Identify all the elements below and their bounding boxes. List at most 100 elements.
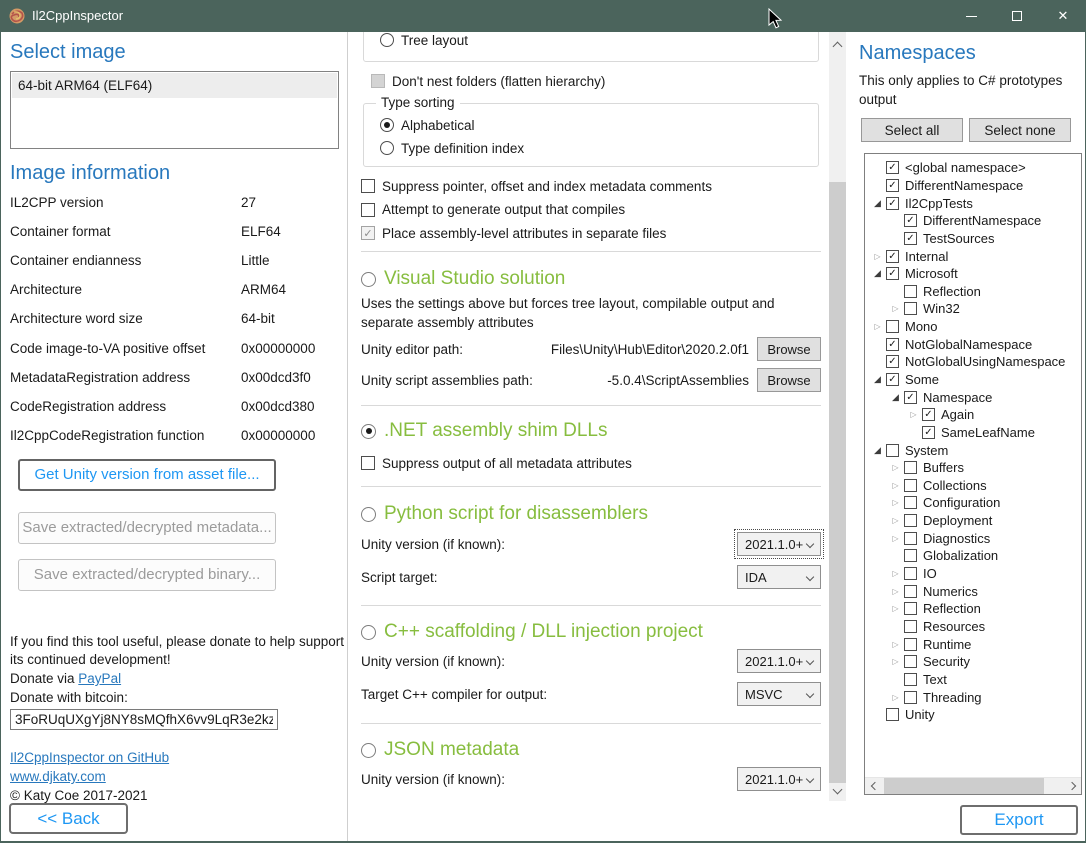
tree-checkbox[interactable] (904, 673, 917, 686)
expander-closed-icon[interactable]: ▷ (887, 657, 904, 666)
tree-item[interactable]: ✓<global namespace> (869, 159, 1081, 177)
tree-item[interactable]: ▷Deployment (887, 512, 1081, 530)
tree-checkbox[interactable]: ✓ (886, 197, 899, 210)
tree-checkbox[interactable]: ✓ (922, 408, 935, 421)
tree-checkbox[interactable] (904, 302, 917, 315)
expander-closed-icon[interactable]: ▷ (887, 481, 904, 490)
tree-item[interactable]: Globalization (887, 547, 1081, 565)
tree-checkbox[interactable]: ✓ (904, 214, 917, 227)
expander-closed-icon[interactable]: ▷ (887, 587, 904, 596)
tree-item[interactable]: ▷Configuration (887, 494, 1081, 512)
script-assemblies-path-value[interactable]: -5.0.4\ScriptAssemblies (533, 373, 757, 388)
dropdown[interactable]: 2021.1.0+ (737, 649, 821, 673)
tree-checkbox[interactable]: ✓ (886, 267, 899, 280)
tree-item[interactable]: ✓SameLeafName (905, 424, 1081, 442)
tree-checkbox[interactable]: ✓ (886, 373, 899, 386)
dropdown[interactable]: MSVC (737, 682, 821, 706)
scroll-left-arrow-icon[interactable] (865, 778, 882, 794)
tree-item[interactable]: ▷Buffers (887, 459, 1081, 477)
tree-checkbox[interactable]: ✓ (922, 426, 935, 439)
radio-button[interactable] (380, 33, 394, 47)
tree-checkbox[interactable] (904, 549, 917, 562)
close-button[interactable]: ✕ (1040, 0, 1086, 32)
checkbox[interactable] (361, 179, 375, 193)
tree-item[interactable]: ▷✓Again (905, 406, 1081, 424)
section-radio-button[interactable] (361, 507, 376, 522)
tree-item[interactable]: ✓DifferentNamespace (869, 177, 1081, 195)
tree-checkbox[interactable] (904, 567, 917, 580)
expander-closed-icon[interactable]: ▷ (887, 640, 904, 649)
tree-checkbox[interactable]: ✓ (886, 179, 899, 192)
tree-checkbox[interactable] (904, 638, 917, 651)
tree-item[interactable]: ◢✓Some (869, 371, 1081, 389)
expander-closed-icon[interactable]: ▷ (887, 304, 904, 313)
expander-closed-icon[interactable]: ▷ (905, 410, 922, 419)
tree-checkbox[interactable]: ✓ (886, 250, 899, 263)
expander-open-icon[interactable]: ◢ (869, 198, 886, 209)
dropdown[interactable]: 2021.1.0+ (737, 767, 821, 791)
tree-checkbox[interactable] (904, 461, 917, 474)
tree-checkbox[interactable] (904, 285, 917, 298)
tree-item[interactable]: ◢✓Namespace (887, 388, 1081, 406)
radio-button[interactable] (380, 118, 394, 132)
maximize-button[interactable] (994, 0, 1040, 32)
dropdown[interactable]: 2021.1.0+ (737, 532, 821, 556)
tree-item[interactable]: ▷Security (887, 653, 1081, 671)
tree-checkbox[interactable]: ✓ (904, 391, 917, 404)
tree-scrollbar-thumb[interactable] (884, 778, 1044, 794)
minimize-button[interactable] (948, 0, 994, 32)
radio-button[interactable] (380, 141, 394, 155)
unity-editor-path-value[interactable]: Files\Unity\Hub\Editor\2020.2.0f1 (463, 342, 757, 357)
back-button[interactable]: << Back (9, 803, 128, 834)
tree-checkbox[interactable] (904, 620, 917, 633)
tree-checkbox[interactable] (904, 532, 917, 545)
browse-editor-path-button[interactable]: Browse (757, 337, 821, 361)
export-button[interactable]: Export (960, 805, 1078, 835)
scrollbar-thumb[interactable] (829, 182, 846, 783)
tree-item[interactable]: ▷✓Internal (869, 247, 1081, 265)
tree-item[interactable]: ◢✓Microsoft (869, 265, 1081, 283)
tree-item[interactable]: Text (887, 671, 1081, 689)
section-radio-button[interactable] (361, 424, 376, 439)
tree-checkbox[interactable] (886, 320, 899, 333)
checkbox[interactable] (361, 456, 375, 470)
tree-item[interactable]: ▷Diagnostics (887, 529, 1081, 547)
tree-checkbox[interactable] (904, 602, 917, 615)
checkbox[interactable] (361, 203, 375, 217)
tree-checkbox[interactable]: ✓ (886, 338, 899, 351)
tree-checkbox[interactable] (886, 444, 899, 457)
paypal-link[interactable]: PayPal (78, 671, 121, 686)
tree-checkbox[interactable] (904, 479, 917, 492)
expander-closed-icon[interactable]: ▷ (887, 463, 904, 472)
tree-checkbox[interactable] (904, 655, 917, 668)
tree-item[interactable]: ✓NotGlobalNamespace (869, 335, 1081, 353)
tree-checkbox[interactable] (904, 585, 917, 598)
dropdown[interactable]: IDA (737, 565, 821, 589)
expander-open-icon[interactable]: ◢ (869, 374, 886, 385)
get-unity-version-button[interactable]: Get Unity version from asset file... (18, 459, 276, 491)
tree-item[interactable]: ▷Runtime (887, 635, 1081, 653)
expander-closed-icon[interactable]: ▷ (887, 604, 904, 613)
section-radio-button[interactable] (361, 743, 376, 758)
tree-item[interactable]: ▷Numerics (887, 582, 1081, 600)
bitcoin-address-input[interactable] (10, 709, 278, 730)
tree-checkbox[interactable] (904, 496, 917, 509)
tree-checkbox[interactable] (904, 691, 917, 704)
website-link[interactable]: www.djkaty.com (10, 769, 106, 784)
tree-item[interactable]: ▷Mono (869, 318, 1081, 336)
github-link[interactable]: Il2CppInspector on GitHub (10, 750, 169, 765)
tree-item[interactable]: ✓DifferentNamespace (887, 212, 1081, 230)
tree-item[interactable]: ◢System (869, 441, 1081, 459)
tree-item[interactable]: Unity (869, 706, 1081, 724)
tree-item[interactable]: ✓NotGlobalUsingNamespace (869, 353, 1081, 371)
tree-checkbox[interactable]: ✓ (886, 161, 899, 174)
namespaces-tree[interactable]: ✓<global namespace>✓DifferentNamespace◢✓… (864, 153, 1082, 795)
tree-checkbox[interactable] (886, 708, 899, 721)
expander-closed-icon[interactable]: ▷ (869, 252, 886, 261)
scroll-up-arrow-icon[interactable] (829, 36, 846, 53)
scroll-down-arrow-icon[interactable] (829, 782, 846, 799)
tree-item[interactable]: ▷Threading (887, 688, 1081, 706)
expander-closed-icon[interactable]: ▷ (887, 534, 904, 543)
section-radio-button[interactable] (361, 625, 376, 640)
tree-horizontal-scrollbar[interactable] (865, 777, 1081, 794)
